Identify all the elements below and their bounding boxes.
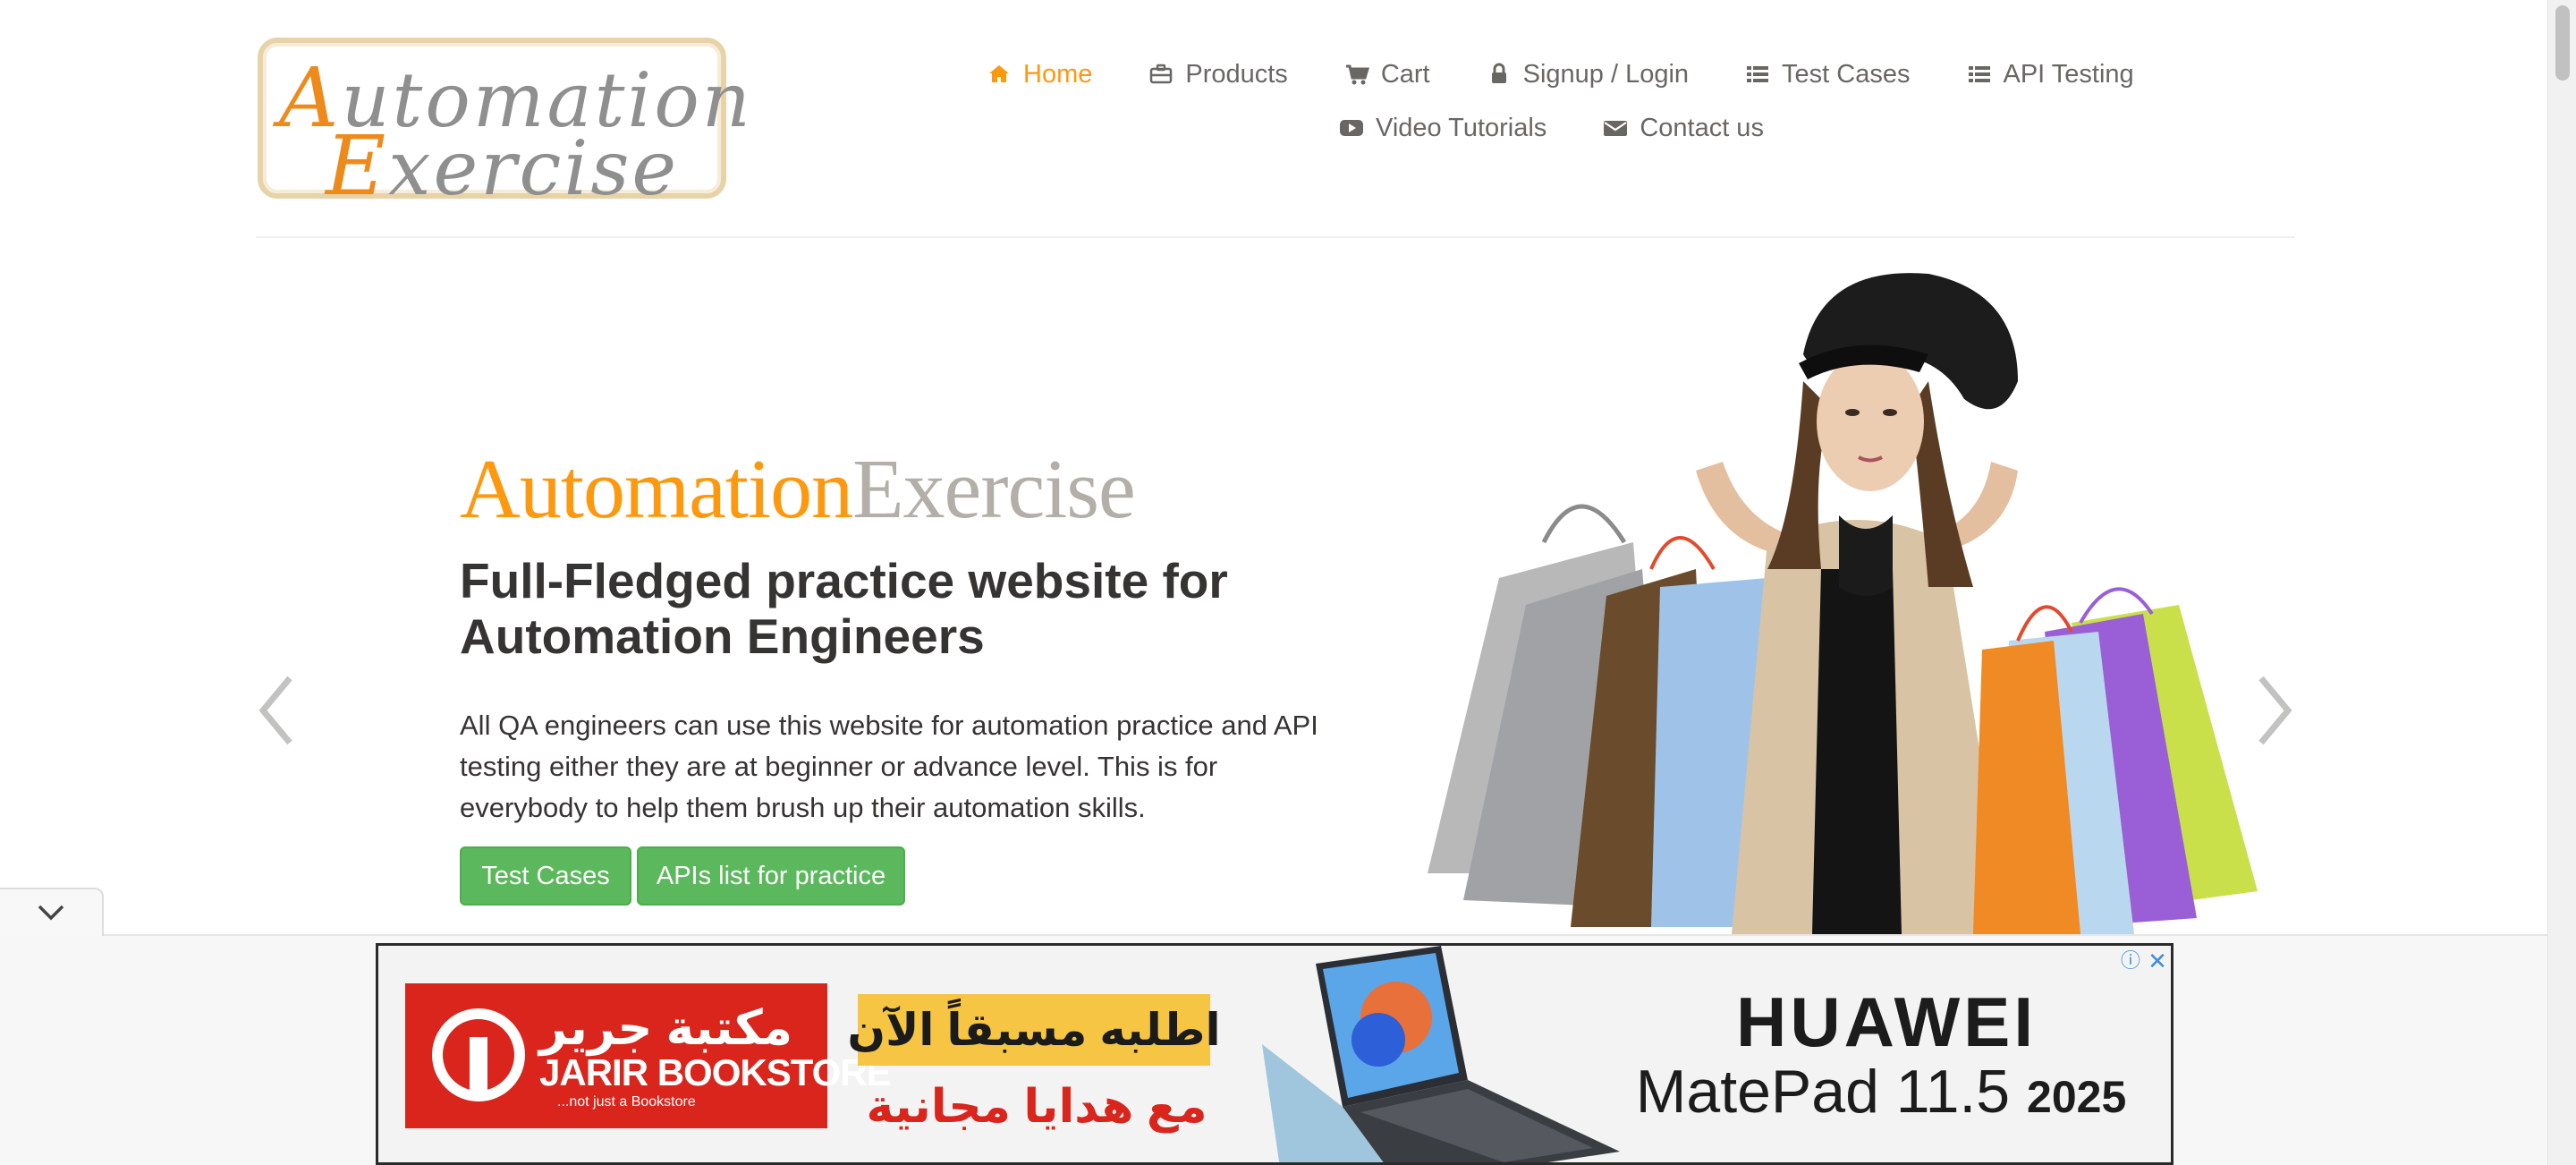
jarir-logo-stem [470, 1037, 487, 1091]
hero-brand-part1: Automation [460, 443, 853, 536]
ad-preorder-text: اطلبه مسبقاً الآن [847, 994, 1221, 1066]
nav-item-test-cases[interactable]: Test Cases [1744, 59, 1911, 89]
nav-label: Cart [1380, 59, 1430, 89]
tablet-product-image [1262, 946, 1620, 1162]
nav-label: API Testing [2003, 59, 2134, 89]
nav-label: Signup / Login [1522, 59, 1690, 89]
ad-close-icon[interactable]: ✕ [2146, 949, 2169, 973]
scrollbar-thumb[interactable] [2555, 5, 2570, 81]
test-cases-button[interactable]: Test Cases [460, 846, 631, 906]
nav-label: Contact us [1640, 113, 1764, 142]
nav-label: Test Cases [1782, 59, 1911, 89]
cart-icon [1343, 61, 1370, 88]
nav-row-2: Video Tutorials Contact us [1338, 107, 2138, 149]
home-icon [986, 61, 1013, 88]
jarir-bookstore-logo: مكتبة جرير JARIR BOOKSTORE ...not just a… [405, 983, 892, 1128]
nav-item-api-testing[interactable]: API Testing [1966, 60, 2134, 89]
nav-item-signup-login[interactable]: Signup / Login [1486, 60, 1689, 89]
envelope-icon [1602, 115, 1629, 141]
nav-item-cart[interactable]: Cart [1343, 60, 1430, 89]
chevron-right-icon [2258, 676, 2292, 745]
ad-collapse-toggle[interactable] [0, 888, 104, 936]
hero-description: All QA engineers can use this website fo… [460, 710, 1318, 823]
carousel-prev-button[interactable] [254, 673, 299, 748]
list-icon [1966, 61, 1993, 88]
ad-model-name: MatePad 11.5 2025 [1595, 1057, 2167, 1127]
site-logo[interactable]: Automation Exercise [258, 38, 750, 208]
hero-shopping-girl-image [1428, 273, 2258, 934]
hero-title: Full-Fledged practice website for Automa… [460, 553, 1228, 664]
logo-line2-rest: xercise [388, 124, 680, 212]
list-icon [1744, 61, 1771, 88]
ad-store-name-english: JARIR BOOKSTORE [539, 1051, 892, 1093]
ad-brand-name: HUAWEI [1736, 982, 2037, 1061]
ad-store-name-arabic: مكتبة جرير [539, 1001, 793, 1055]
ad-info-icon[interactable]: ⓘ [2119, 949, 2142, 973]
chevron-left-icon [258, 676, 292, 745]
ad-model-year: 2025 [2027, 1072, 2127, 1122]
ad-model-text: MatePad 11.5 [1635, 1058, 2011, 1126]
nav-label: Products [1185, 59, 1288, 89]
advertisement-banner[interactable]: مكتبة جرير JARIR BOOKSTORE ...not just a… [376, 943, 2174, 1165]
logo-line-exercise: Exercise [326, 118, 680, 214]
ad-free-gifts-text: مع هدايا مجانية [866, 1081, 1208, 1133]
header-divider [256, 236, 2295, 238]
hero-brand-part2: Exercise [852, 443, 1136, 536]
briefcase-icon [1148, 61, 1174, 88]
carousel-next-button[interactable] [2252, 673, 2297, 748]
apis-list-button[interactable]: APIs list for practice [637, 846, 905, 906]
nav-item-home[interactable]: Home [986, 60, 1092, 89]
ad-store-tagline: ...not just a Bookstore [557, 1094, 696, 1110]
nav-label: Home [1023, 59, 1093, 89]
nav-item-products[interactable]: Products [1148, 59, 1288, 89]
main-nav: Home Products Cart Signup / Login Test C… [975, 54, 2138, 149]
nav-item-video-tutorials[interactable]: Video Tutorials [1338, 114, 1546, 143]
chevron-down-icon [38, 905, 64, 921]
nav-row-1: Home Products Cart Signup / Login Test C… [986, 54, 2138, 95]
youtube-icon [1338, 115, 1365, 141]
nav-label: Video Tutorials [1376, 113, 1547, 142]
page-scrollbar[interactable] [2547, 0, 2576, 1165]
nav-item-contact-us[interactable]: Contact us [1602, 114, 1764, 143]
hero-brand-heading: AutomationExercise [460, 447, 1136, 531]
lock-icon [1486, 61, 1513, 88]
